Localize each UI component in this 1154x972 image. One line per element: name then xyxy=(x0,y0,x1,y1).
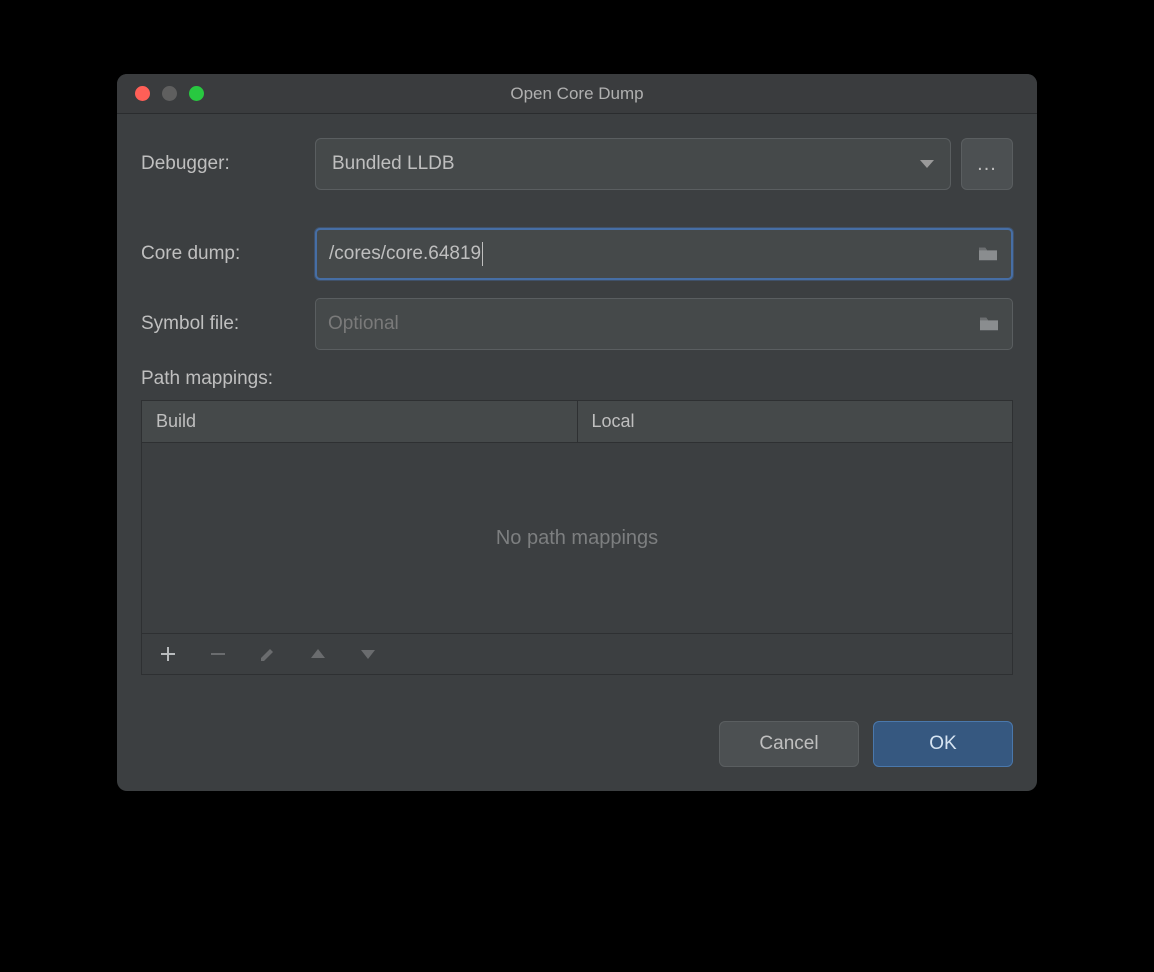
symbol-file-input[interactable] xyxy=(328,313,968,335)
move-down-button xyxy=(356,642,380,666)
minimize-window-icon xyxy=(162,86,177,101)
table-header: Build Local xyxy=(142,401,1012,443)
cancel-button[interactable]: Cancel xyxy=(719,721,859,767)
browse-symbol-file-icon[interactable] xyxy=(978,315,1000,333)
chevron-down-icon xyxy=(920,160,934,168)
text-cursor xyxy=(482,242,483,266)
debugger-more-button[interactable]: ... xyxy=(961,138,1013,190)
zoom-window-icon[interactable] xyxy=(189,86,204,101)
symbol-file-row: Symbol file: xyxy=(141,298,1013,350)
debugger-value: Bundled LLDB xyxy=(332,153,455,175)
core-dump-field[interactable]: /cores/core.64819 xyxy=(315,228,1013,280)
remove-mapping-button xyxy=(206,642,230,666)
open-core-dump-dialog: Open Core Dump Debugger: Bundled LLDB ..… xyxy=(117,74,1037,791)
ellipsis-icon: ... xyxy=(977,153,997,176)
titlebar: Open Core Dump xyxy=(117,74,1037,114)
table-body-empty: No path mappings xyxy=(142,443,1012,633)
ok-button[interactable]: OK xyxy=(873,721,1013,767)
debugger-row: Debugger: Bundled LLDB ... xyxy=(141,138,1013,190)
column-local[interactable]: Local xyxy=(578,401,1013,442)
core-dump-value: /cores/core.64819 xyxy=(329,243,481,265)
ok-label: OK xyxy=(929,733,956,755)
browse-core-dump-icon[interactable] xyxy=(977,245,999,263)
edit-mapping-button xyxy=(256,642,280,666)
window-controls xyxy=(117,86,204,101)
core-dump-label: Core dump: xyxy=(141,243,315,265)
dialog-title: Open Core Dump xyxy=(117,84,1037,104)
debugger-label: Debugger: xyxy=(141,153,315,175)
cancel-label: Cancel xyxy=(759,733,818,755)
add-mapping-button[interactable] xyxy=(156,642,180,666)
debugger-select[interactable]: Bundled LLDB xyxy=(315,138,951,190)
path-mappings-label: Path mappings: xyxy=(141,368,1013,390)
core-dump-row: Core dump: /cores/core.64819 xyxy=(141,228,1013,280)
path-mappings-table: Build Local No path mappings xyxy=(141,400,1013,675)
symbol-file-field[interactable] xyxy=(315,298,1013,350)
move-up-button xyxy=(306,642,330,666)
dialog-footer: Cancel OK xyxy=(117,693,1037,791)
dialog-content: Debugger: Bundled LLDB ... Core dump: /c… xyxy=(117,114,1037,693)
column-build[interactable]: Build xyxy=(142,401,578,442)
close-window-icon[interactable] xyxy=(135,86,150,101)
table-toolbar xyxy=(142,633,1012,674)
symbol-file-label: Symbol file: xyxy=(141,313,315,335)
